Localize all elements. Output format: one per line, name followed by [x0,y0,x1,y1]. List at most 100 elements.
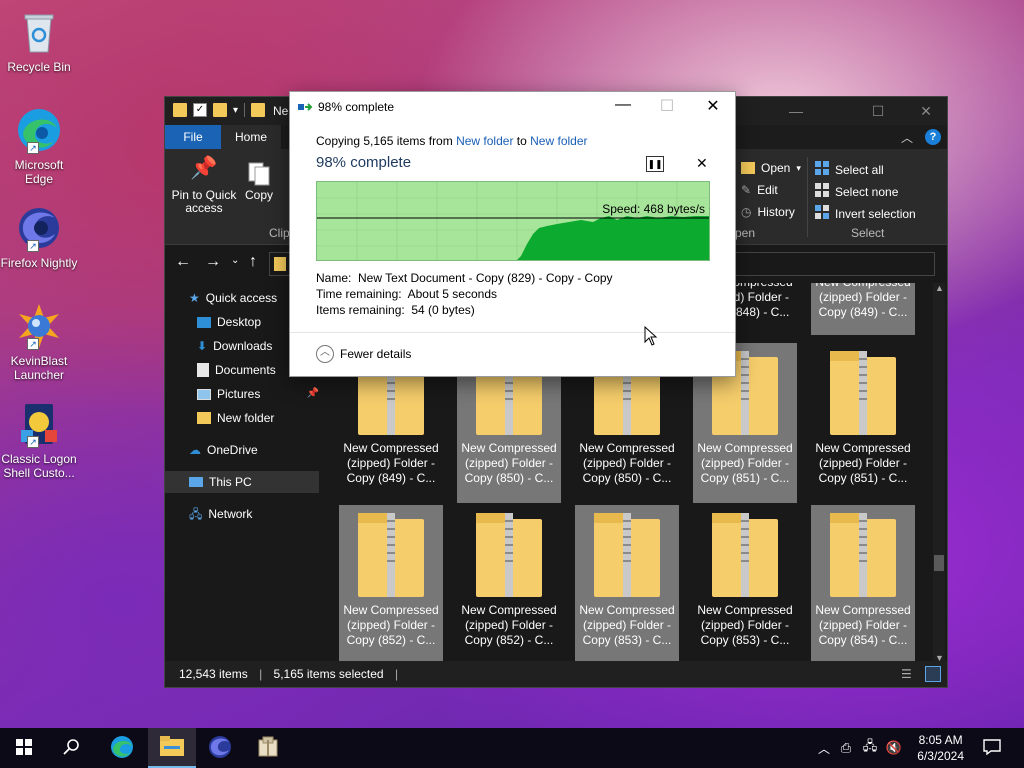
file-tile[interactable]: New Compressed (zipped) Folder - Copy (8… [575,505,679,663]
desktop-icon-firefox-nightly[interactable]: ↗ Firefox Nightly [0,204,78,270]
sidebar-item-this-pc[interactable]: This PC [165,471,319,493]
maximize-button: ☐ [659,98,675,115]
taskbar: ︿ ⎙ 🖧 🔇 8:05 AM 6/3/2024 [0,728,1024,768]
new-folder-icon[interactable] [213,103,227,117]
pin-icon[interactable]: 📌 [307,383,319,405]
sidebar-item-new-folder[interactable]: New folder [197,407,274,429]
maximize-button[interactable]: ☐ [855,97,901,125]
taskbar-edge[interactable] [98,728,146,768]
sidebar-item-quick-access[interactable]: ★ Quick access [189,287,277,309]
desktop-icon-recycle-bin[interactable]: Recycle Bin [0,8,78,74]
file-label: New Compressed (zipped) Folder - Copy (8… [815,283,910,319]
network-icon: 🖧 [189,507,203,521]
large-icons-view-icon[interactable] [925,666,941,682]
desktop-icon-classic-logon[interactable]: ↗ Classic Logon Shell Custo... [0,400,78,480]
open-group-label: pen [735,226,756,240]
select-all-button[interactable]: Select all [815,161,884,178]
copy-button[interactable]: Copy [241,161,277,202]
customize-toolbar-icon[interactable]: ▾ [233,105,238,116]
back-icon[interactable]: ← [175,253,191,271]
file-tile[interactable]: New Compressed (zipped) Folder - Copy (8… [811,505,915,663]
notification-icon [983,738,1001,758]
sidebar-item-network[interactable]: 🖧 Network [189,503,252,525]
pin-quick-access-button[interactable]: 📌 Pin to Quick access [171,157,237,215]
copy-progress-dialog[interactable]: 98% complete — ☐ ✕ Copying 5,165 items f… [289,91,736,377]
tab-home[interactable]: Home [221,125,282,149]
invert-selection-button[interactable]: Invert selection [815,205,916,222]
invert-selection-label: Invert selection [835,206,916,221]
sidebar-item-label: Documents [215,363,276,377]
clock-date: 6/3/2024 [917,749,964,763]
open-label: Open [761,161,791,175]
quick-access-toolbar: ✓ ▾ [173,103,266,117]
search-button[interactable] [48,728,96,768]
source-folder-link[interactable]: New folder [456,134,513,148]
sidebar-item-onedrive[interactable]: ☁ OneDrive [189,439,258,461]
tray-app-icon[interactable]: ⎙ [834,740,858,756]
details-view-icon[interactable]: ☰ [901,667,915,681]
action-center-button[interactable] [968,728,1016,768]
sidebar-item-desktop[interactable]: Desktop [197,311,261,333]
file-label: New Compressed (zipped) Folder - Copy (8… [697,441,793,485]
close-button[interactable]: ✕ [698,96,728,116]
close-button[interactable]: ✕ [903,97,949,125]
scroll-up-icon[interactable]: ▲ [935,283,944,293]
scroll-thumb[interactable] [934,555,944,571]
invert-selection-icon [815,205,829,222]
show-hidden-icons[interactable]: ︿ [814,740,834,757]
collapse-ribbon-icon[interactable]: ︿ [901,129,913,146]
folder-icon[interactable] [173,103,187,117]
sidebar-item-pictures[interactable]: Pictures 📌 [197,383,319,405]
taskbar-firefox-nightly[interactable] [196,728,244,768]
status-bar: 12,543 items | 5,165 items selected | ☰ [165,661,947,687]
pause-button[interactable]: ❚❚ [646,156,664,172]
folder-icon [274,257,286,271]
up-icon[interactable]: ↑ [249,253,257,271]
history-button[interactable]: ◷ History [741,205,795,219]
taskbar-file-explorer[interactable] [148,728,196,768]
desktop-icon-edge[interactable]: ↗ Microsoft Edge [0,106,78,186]
edit-button[interactable]: ✎ Edit [741,183,778,197]
minimize-button[interactable]: — [773,97,819,125]
file-label: New Compressed (zipped) Folder - Copy (8… [815,441,911,485]
dropdown-icon: ▾ [796,162,801,173]
shortcut-arrow-icon: ↗ [27,142,39,154]
network-icon[interactable]: 🖧 [858,737,882,759]
volume-muted-icon[interactable]: 🔇 [882,740,906,756]
file-explorer-icon [160,735,184,759]
vertical-scrollbar[interactable]: ▲ ▼ [933,283,945,663]
file-tile[interactable]: New Compressed (zipped) Folder - Copy (8… [811,343,915,503]
sidebar-item-label: Desktop [217,315,262,329]
select-none-button[interactable]: Select none [815,183,898,200]
sidebar-item-downloads[interactable]: ⬇ Downloads [197,335,272,357]
start-button[interactable] [0,728,48,768]
cancel-copy-button[interactable]: ✕ [696,155,708,172]
forward-icon[interactable]: → [205,253,221,271]
help-icon[interactable]: ? [925,129,941,145]
copy-details: Name: New Text Document - Copy (829) - C… [316,270,613,318]
mouse-cursor-icon [644,325,658,349]
shortcut-arrow-icon: ↗ [27,240,39,252]
minimize-button[interactable]: — [608,96,638,114]
taskbar-archive-app[interactable] [244,728,292,768]
transfer-speed-graph: Speed: 468 bytes/s [316,181,710,261]
desktop-icon-kevinblast[interactable]: ↗ KevinBlast Launcher [0,302,78,382]
dialog-titlebar[interactable]: 98% complete — ☐ ✕ [290,92,735,122]
file-tile[interactable]: New Compressed (zipped) Folder - Copy (8… [339,505,443,663]
file-tile[interactable]: New Compressed (zipped) Folder - Copy (8… [693,505,797,663]
open-button[interactable]: Open ▾ [741,161,801,175]
star-icon: ★ [189,291,200,305]
fewer-details-button[interactable]: ︿ Fewer details [316,345,411,363]
file-tile[interactable]: New Compressed (zipped) Folder - Copy (8… [457,505,561,663]
tab-file[interactable]: File [165,125,221,149]
file-tile[interactable]: New Compressed (zipped) Folder - Copy (8… [811,283,915,335]
recent-locations-icon[interactable]: ⌄ [231,255,239,266]
firefox-nightly-icon: ↗ [15,204,63,252]
destination-folder-link[interactable]: New folder [530,134,587,148]
fewer-details-label: Fewer details [340,347,412,361]
edge-icon [110,735,134,762]
folder-icon [251,103,266,117]
file-label: New Compressed (zipped) Folder - Copy (8… [815,603,911,647]
taskbar-clock[interactable]: 8:05 AM 6/3/2024 [917,732,964,764]
properties-icon[interactable]: ✓ [193,103,207,117]
